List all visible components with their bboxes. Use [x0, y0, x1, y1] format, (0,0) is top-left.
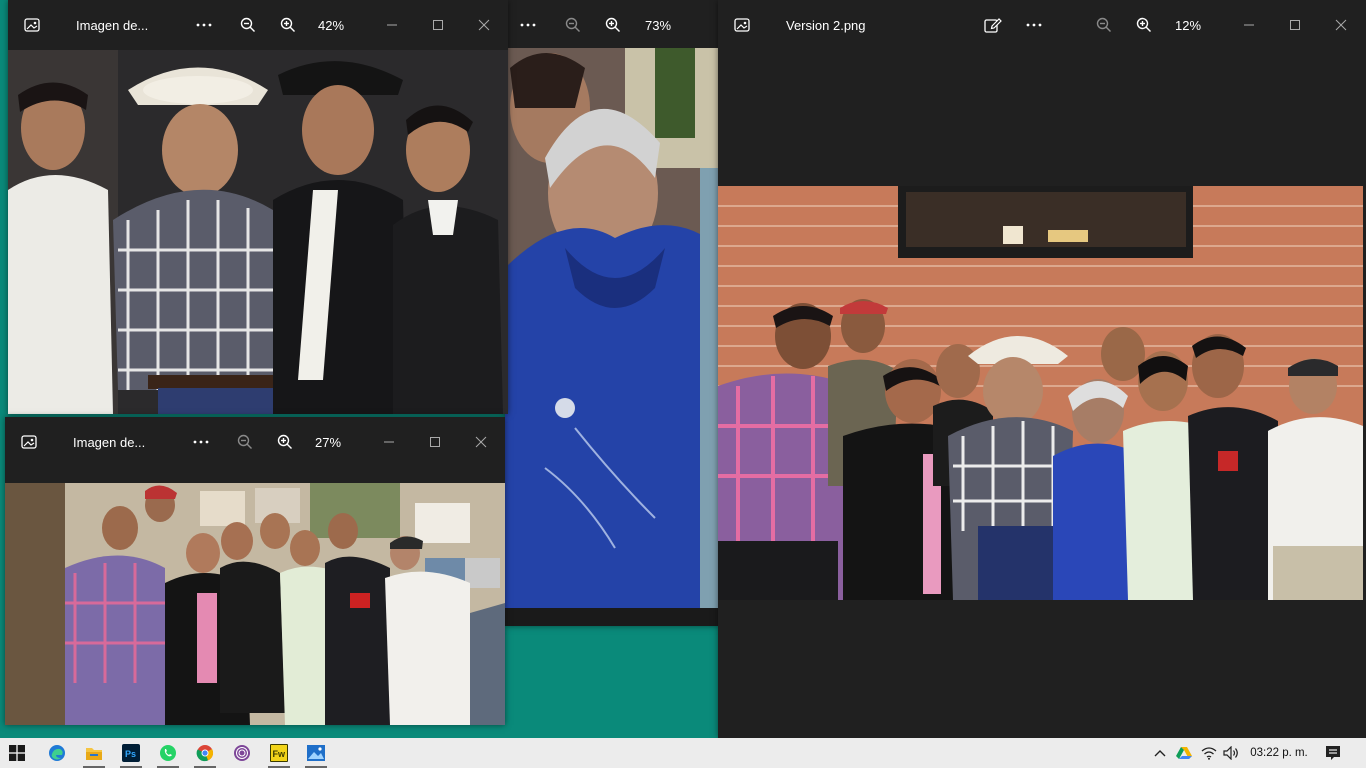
tor-browser-icon[interactable]: [225, 738, 259, 768]
photo-group-version-2: [718, 186, 1363, 600]
zoom-level: 27%: [314, 434, 342, 450]
photo-viewer-window-4: Version 2.png 12%: [718, 0, 1366, 738]
zoom-in-icon[interactable]: [598, 0, 628, 50]
fireworks-icon[interactable]: Fw: [262, 738, 296, 768]
volume-icon[interactable]: [1221, 738, 1241, 768]
photo-four-men: [8, 50, 508, 414]
zoom-out-icon[interactable]: [233, 0, 263, 50]
title-bar[interactable]: 73%: [505, 0, 720, 50]
svg-text:Fw: Fw: [273, 749, 286, 759]
more-options-icon[interactable]: [513, 0, 543, 50]
chrome-icon[interactable]: [188, 738, 222, 768]
more-options-icon[interactable]: [189, 0, 219, 50]
title-bar[interactable]: Imagen de... 27%: [5, 417, 505, 467]
chevron-up-icon[interactable]: [1150, 738, 1170, 768]
svg-text:Ps: Ps: [125, 749, 136, 759]
title-bar[interactable]: Imagen de... 42%: [8, 0, 508, 50]
photo-viewer-window-1: Imagen de... 42%: [8, 0, 508, 414]
zoom-out-icon[interactable]: [1089, 0, 1119, 50]
more-options-icon[interactable]: [186, 417, 216, 467]
maximize-icon[interactable]: [413, 417, 457, 467]
zoom-out-icon[interactable]: [558, 0, 588, 50]
maximize-icon[interactable]: [416, 0, 460, 50]
photo-group-original: [5, 483, 505, 725]
minimize-icon[interactable]: [367, 417, 411, 467]
zoom-in-icon[interactable]: [270, 417, 300, 467]
minimize-icon[interactable]: [1227, 0, 1271, 50]
window-title: Version 2.png: [786, 17, 866, 33]
maximize-icon[interactable]: [1273, 0, 1317, 50]
photo-elderly-woman: [505, 48, 720, 626]
photo-viewer-window-2: 73%: [505, 0, 720, 626]
system-clock[interactable]: 03:22 p. m.: [1246, 738, 1312, 768]
zoom-level: 12%: [1174, 17, 1202, 33]
microsoft-edge-icon[interactable]: [40, 738, 74, 768]
close-icon[interactable]: [462, 0, 506, 50]
close-icon[interactable]: [459, 417, 503, 467]
whatsapp-icon[interactable]: [151, 738, 185, 768]
edit-image-icon[interactable]: [978, 0, 1008, 50]
windows-start-icon[interactable]: [0, 738, 34, 768]
photos-app-icon: [15, 0, 49, 50]
zoom-in-icon[interactable]: [273, 0, 303, 50]
google-drive-icon[interactable]: [1174, 738, 1194, 768]
taskbar: Ps Fw 03:22 p. m.: [0, 738, 1366, 768]
window-title: Imagen de...: [76, 17, 149, 33]
photoshop-icon[interactable]: Ps: [114, 738, 148, 768]
zoom-in-icon[interactable]: [1129, 0, 1159, 50]
more-options-icon[interactable]: [1019, 0, 1049, 50]
file-explorer-icon[interactable]: [77, 738, 111, 768]
notifications-icon[interactable]: [1320, 738, 1346, 768]
close-icon[interactable]: [1319, 0, 1363, 50]
photos-app-icon: [12, 417, 46, 467]
photo-viewer-window-3: Imagen de... 27%: [5, 417, 505, 725]
zoom-level: 42%: [317, 17, 345, 33]
zoom-level: 73%: [644, 17, 672, 33]
wifi-icon[interactable]: [1199, 738, 1219, 768]
photos-app-icon: [725, 0, 759, 50]
title-bar[interactable]: Version 2.png 12%: [718, 0, 1366, 50]
photos-app-taskbar-icon[interactable]: [299, 738, 333, 768]
minimize-icon[interactable]: [370, 0, 414, 50]
window-title: Imagen de...: [73, 434, 146, 450]
zoom-out-icon[interactable]: [230, 417, 260, 467]
